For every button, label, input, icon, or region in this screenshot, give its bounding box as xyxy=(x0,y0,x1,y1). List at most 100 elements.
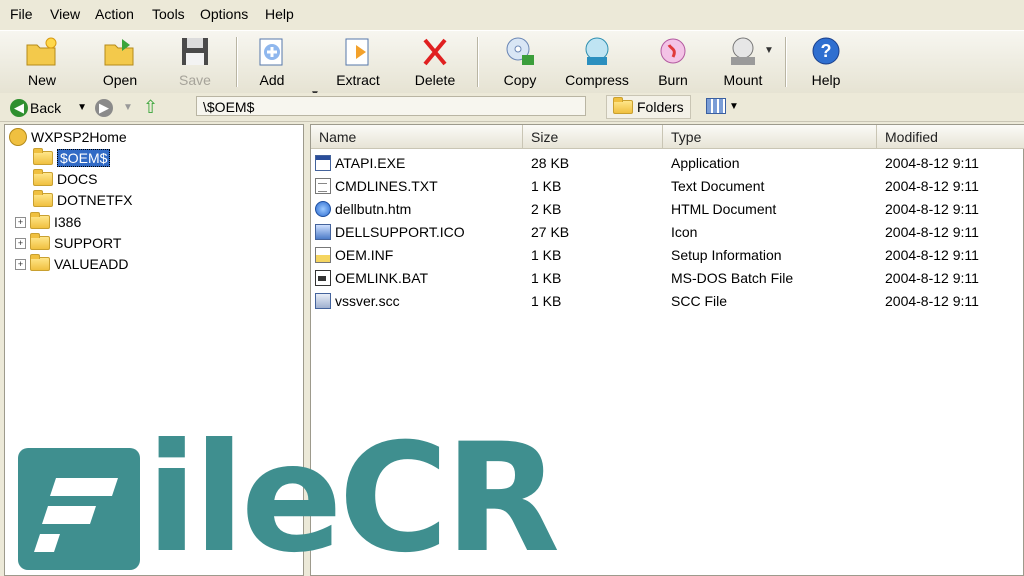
back-arrow-icon: ◀ xyxy=(10,98,28,117)
column-header-size[interactable]: Size xyxy=(523,125,663,149)
html-document-icon xyxy=(315,201,331,217)
menu-action[interactable]: Action xyxy=(95,6,134,22)
floppy-disk-icon xyxy=(182,38,208,65)
chevron-down-icon: ▼ xyxy=(729,100,739,112)
chevron-down-icon[interactable]: ▼ xyxy=(123,102,133,113)
delete-x-icon xyxy=(423,38,447,66)
mount-button[interactable]: Mount xyxy=(708,33,778,91)
burn-disc-icon xyxy=(660,38,686,64)
menu-view[interactable]: View xyxy=(50,6,80,22)
table-row[interactable]: OEMLINK.BAT 1 KB MS-DOS Batch File 2004-… xyxy=(311,267,1024,289)
navigation-bar: ◀ Back ▼ ▶ ▼ ⇧ \$OEM$ Folders ▼ xyxy=(0,93,1024,122)
up-folder-icon[interactable]: ⇧ xyxy=(143,97,158,118)
add-files-icon xyxy=(259,38,283,66)
column-header-modified[interactable]: Modified xyxy=(877,125,1024,149)
file-name: OEMLINK.BAT xyxy=(335,270,429,286)
folder-icon xyxy=(30,233,50,250)
file-name: vssver.scc xyxy=(335,293,400,309)
file-type: Icon xyxy=(671,224,698,240)
tree-root[interactable]: WXPSP2Home xyxy=(9,127,127,147)
tree-item-dotnetfx[interactable]: DOTNETFX xyxy=(33,190,132,210)
extract-label: Extract xyxy=(336,72,380,88)
tree-item-label: DOCS xyxy=(57,171,98,187)
compress-button[interactable]: Compress xyxy=(562,33,632,91)
file-modified: 2004-8-12 9:11 xyxy=(885,270,979,286)
table-row[interactable]: vssver.scc 1 KB SCC File 2004-8-12 9:11 xyxy=(311,290,1024,312)
view-grid-icon xyxy=(706,98,726,114)
table-row[interactable]: CMDLINES.TXT 1 KB Text Document 2004-8-1… xyxy=(311,175,1024,197)
menu-options[interactable]: Options xyxy=(200,6,248,22)
new-folder-icon xyxy=(26,37,57,66)
file-type: SCC File xyxy=(671,293,728,309)
back-label: Back xyxy=(30,99,62,116)
save-label: Save xyxy=(179,72,211,88)
file-size: 1 KB xyxy=(531,247,562,263)
file-type: Setup Information xyxy=(671,247,782,263)
file-size: 27 KB xyxy=(531,224,570,240)
add-button[interactable]: Add xyxy=(237,33,307,91)
folder-icon xyxy=(30,212,50,229)
help-button[interactable]: ? Help xyxy=(791,33,861,91)
forward-arrow-icon[interactable]: ▶ xyxy=(95,98,114,117)
filecr-logo-mark xyxy=(18,448,140,570)
help-question-icon: ? xyxy=(812,37,840,65)
save-button[interactable]: Save xyxy=(160,33,230,91)
file-name: ATAPI.EXE xyxy=(335,155,406,171)
file-size: 1 KB xyxy=(531,293,562,309)
tree-item-oem[interactable]: $OEM$ xyxy=(33,148,111,168)
table-row[interactable]: dellbutn.htm 2 KB HTML Document 2004-8-1… xyxy=(311,198,1024,220)
batch-file-icon xyxy=(315,270,331,286)
column-header-type[interactable]: Type xyxy=(663,125,877,149)
tree-item-docs[interactable]: DOCS xyxy=(33,169,97,189)
table-row[interactable]: ATAPI.EXE 28 KB Application 2004-8-12 9:… xyxy=(311,152,1024,174)
menu-file[interactable]: File xyxy=(10,6,33,22)
application-icon xyxy=(315,155,331,171)
menu-tools[interactable]: Tools xyxy=(152,6,185,22)
delete-button[interactable]: Delete xyxy=(400,33,470,91)
folder-icon xyxy=(33,148,53,165)
tree-item-i386[interactable]: + I386 xyxy=(15,212,81,232)
file-name: CMDLINES.TXT xyxy=(335,178,438,194)
new-button[interactable]: New xyxy=(7,33,77,91)
tree-item-label: I386 xyxy=(54,214,82,230)
tree-item-label: VALUEADD xyxy=(54,256,129,272)
open-button[interactable]: Open xyxy=(85,33,155,91)
setup-information-icon xyxy=(315,247,331,263)
folder-icon xyxy=(613,97,633,114)
address-field[interactable]: \$OEM$ xyxy=(196,96,586,116)
toolbar: New Open Save Add ▼ Extract Delete Copy xyxy=(0,30,1024,100)
copy-button[interactable]: Copy xyxy=(485,33,555,91)
toolbar-separator xyxy=(477,37,479,87)
chevron-down-icon[interactable]: ▼ xyxy=(77,102,87,113)
table-row[interactable]: OEM.INF 1 KB Setup Information 2004-8-12… xyxy=(311,244,1024,266)
file-modified: 2004-8-12 9:11 xyxy=(885,155,979,171)
table-row[interactable]: DELLSUPPORT.ICO 27 KB Icon 2004-8-12 9:1… xyxy=(311,221,1024,243)
tree-item-support[interactable]: + SUPPORT xyxy=(15,233,121,253)
expand-plus-icon[interactable]: + xyxy=(15,258,26,270)
tree-item-label: $OEM$ xyxy=(57,149,111,167)
file-name: dellbutn.htm xyxy=(335,201,412,217)
tree-root-label: WXPSP2Home xyxy=(31,129,127,145)
back-button[interactable]: ◀ Back ▼ ▶ ▼ ⇧ xyxy=(10,97,158,118)
file-type: HTML Document xyxy=(671,201,777,217)
expand-plus-icon[interactable]: + xyxy=(15,216,26,228)
column-header-name[interactable]: Name xyxy=(311,125,523,149)
compress-icon xyxy=(585,37,609,65)
burn-button[interactable]: Burn xyxy=(638,33,708,91)
add-label: Add xyxy=(259,72,285,88)
text-document-icon xyxy=(315,178,331,194)
delete-label: Delete xyxy=(414,72,456,88)
file-type: Text Document xyxy=(671,178,765,194)
chevron-down-icon[interactable]: ▼ xyxy=(764,45,774,56)
tree-item-valueadd[interactable]: + VALUEADD xyxy=(15,254,128,274)
view-mode-button[interactable]: ▼ xyxy=(706,96,746,116)
menu-help[interactable]: Help xyxy=(265,6,294,22)
folders-button[interactable]: Folders xyxy=(606,95,691,119)
filecr-logo-text: ileCR xyxy=(146,412,560,576)
extract-button[interactable]: Extract xyxy=(323,33,393,91)
expand-plus-icon[interactable]: + xyxy=(15,237,26,249)
file-modified: 2004-8-12 9:11 xyxy=(885,224,979,240)
file-modified: 2004-8-12 9:11 xyxy=(885,178,979,194)
folder-icon xyxy=(30,254,50,271)
file-size: 2 KB xyxy=(531,201,562,217)
